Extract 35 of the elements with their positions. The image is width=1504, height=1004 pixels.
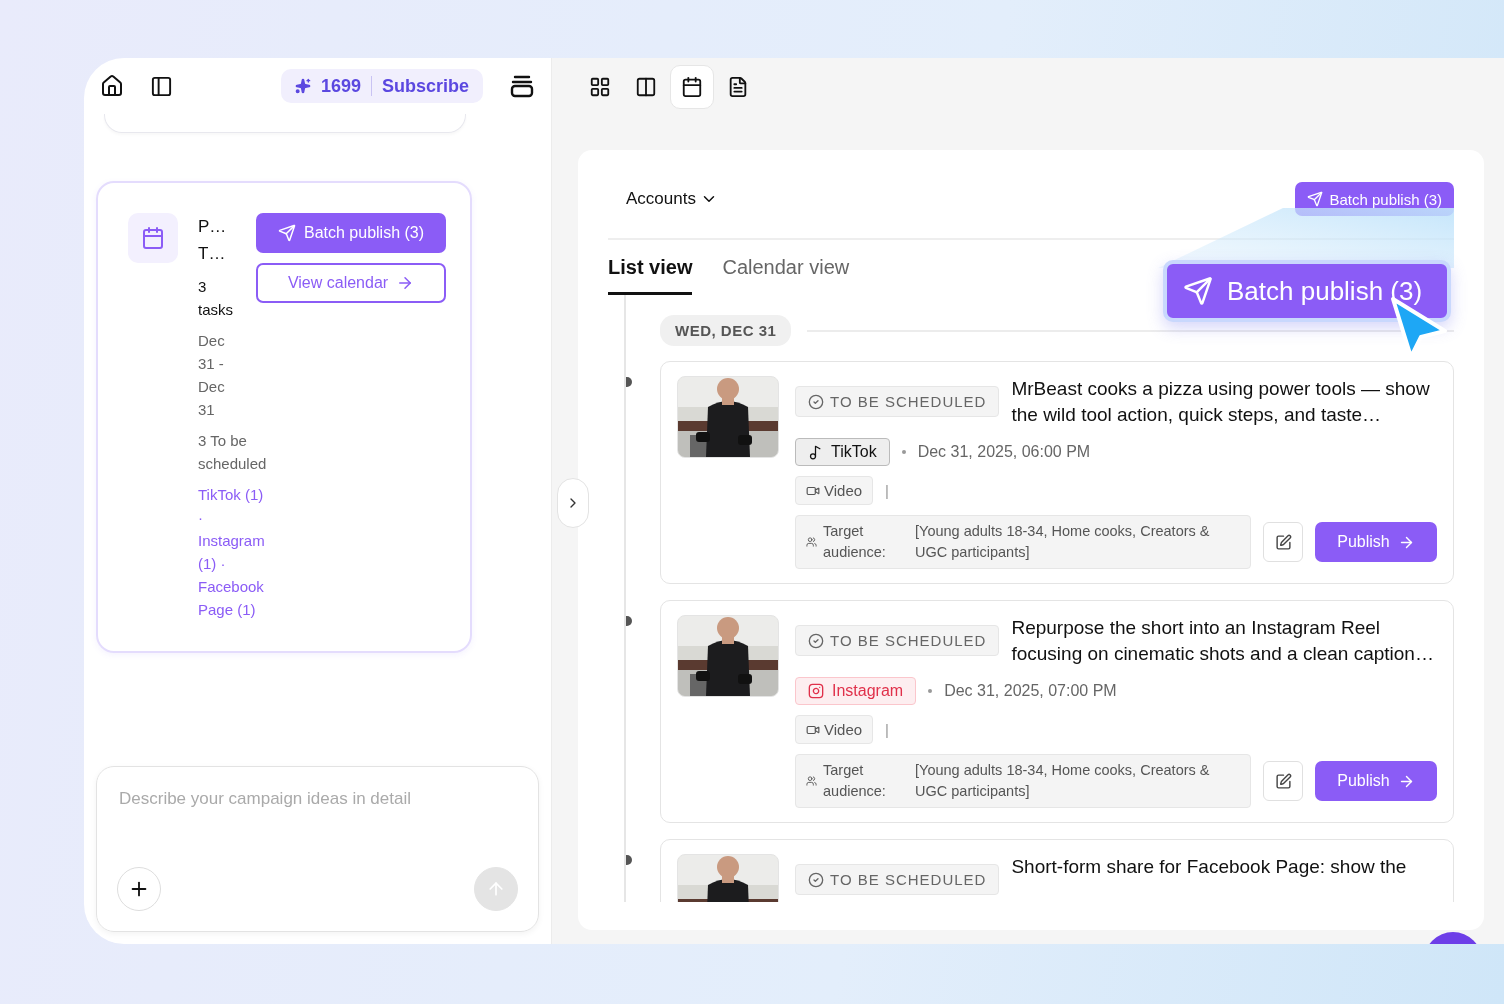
batch-publish-button[interactable]: Batch publish (3) <box>256 213 446 253</box>
view-tab[interactable]: Calendar view <box>722 240 850 295</box>
platform-chip: Instagram <box>795 677 917 705</box>
publish-button[interactable]: Publish <box>1315 761 1437 801</box>
campaign-title: P… <box>198 216 228 238</box>
status-badge: TO BE SCHEDULED <box>795 625 1000 656</box>
date-range: Dec 31 - Dec 31 <box>198 331 226 420</box>
audience-value: [Young adults 18-34, Home cooks, Creators & UGC participants] <box>915 761 1211 801</box>
campaign-title: T… <box>198 243 227 265</box>
media-chip: Video <box>795 715 874 744</box>
date-chip: WED, DEC 31 <box>660 315 792 346</box>
view-tab[interactable]: List view <box>608 240 693 295</box>
credits-count: 1699 <box>320 75 361 97</box>
post-title: Repurpose the short into an Instagram Reel focusing on cinematic shots and a clean caption… <box>1011 616 1435 666</box>
audience-label: Target audience: <box>823 522 887 562</box>
task-count: 3 tasks <box>198 277 234 320</box>
publish-button[interactable]: Publish <box>1315 522 1437 562</box>
status-badge: TO BE SCHEDULED <box>795 386 1000 417</box>
audience-label: Target audience: <box>823 761 887 801</box>
accounts-dropdown[interactable]: Accounts <box>626 189 718 209</box>
separator: | <box>885 721 889 738</box>
media-chip: Video <box>795 476 874 505</box>
post-title: MrBeast cooks a pizza using power tools — show the wild tool action, quick steps, and taste… <box>1011 377 1431 427</box>
prompt-box[interactable]: Describe your campaign ideas in detail <box>96 766 539 932</box>
separator: | <box>885 482 889 499</box>
post-title: Short-form share for Facebook Page: show the <box>1011 855 1407 879</box>
post-time: Dec 31, 2025, 06:00 PM <box>917 443 1091 461</box>
platform-summary: TikTok (1) · Instagram (1) · Facebook Page (1) <box>198 485 266 620</box>
audience-value: [Young adults 18-34, Home cooks, Creators & UGC participants] <box>915 522 1211 562</box>
platform-chip: TikTok <box>795 438 890 466</box>
post-time: Dec 31, 2025, 07:00 PM <box>944 682 1117 700</box>
status-badge: TO BE SCHEDULED <box>795 864 1000 895</box>
status-summary: 3 To be scheduled <box>198 431 268 474</box>
subscribe-link[interactable]: Subscribe <box>381 75 469 97</box>
view-calendar-button[interactable]: View calendar <box>256 263 446 303</box>
